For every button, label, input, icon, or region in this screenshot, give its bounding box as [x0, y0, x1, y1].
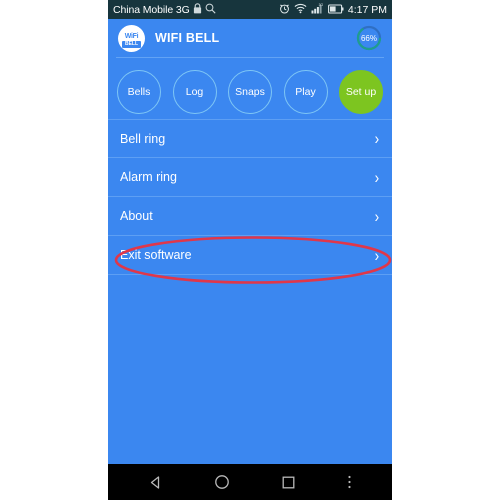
android-nav-bar: [108, 464, 392, 500]
phone-screen: China Mobile 3G 3G 4:17 PM WiFi BELL WIF…: [108, 0, 392, 500]
app-logo-icon: WiFi BELL: [118, 24, 145, 52]
list-item-label: Bell ring: [120, 131, 166, 146]
recents-square-icon[interactable]: [281, 475, 296, 490]
clock-label: 4:17 PM: [347, 3, 387, 16]
circle-button-bells[interactable]: Bells: [117, 70, 161, 114]
battery-icon: [327, 1, 344, 19]
lock-icon: [193, 1, 202, 19]
app-header: WiFi BELL WIFI BELL 66%: [108, 19, 392, 57]
home-circle-icon[interactable]: [214, 474, 230, 490]
status-bar: China Mobile 3G 3G 4:17 PM: [108, 0, 392, 19]
circle-button-label: Set up: [345, 86, 377, 98]
chevron-right-icon: ›: [374, 245, 380, 265]
circle-button-label: Snaps: [235, 86, 265, 98]
search-icon[interactable]: [205, 1, 216, 19]
quick-action-row: Bells Log Snaps Play Set up: [108, 68, 392, 116]
list-item-exit-software[interactable]: Exit software ›: [108, 236, 392, 275]
status-bar-right: 3G 4:17 PM: [279, 1, 387, 19]
circle-button-set-up[interactable]: Set up: [339, 70, 383, 114]
circle-button-label: Log: [185, 86, 204, 98]
chevron-right-icon: ›: [374, 167, 380, 187]
list-item-label: About: [120, 209, 153, 223]
svg-text:3G: 3G: [318, 3, 323, 7]
battery-percent-badge: 66%: [356, 25, 382, 51]
app-title: WIFI BELL: [155, 31, 220, 45]
logo-wifi-text: WiFi: [124, 32, 139, 40]
circle-button-label: Bells: [127, 86, 151, 98]
circle-button-log[interactable]: Log: [172, 70, 217, 114]
chevron-right-icon: ›: [374, 206, 380, 226]
list-item-about[interactable]: About ›: [108, 197, 392, 236]
carrier-label: China Mobile 3G: [113, 3, 190, 16]
logo-bell-text: BELL: [121, 40, 142, 48]
list-item-bell-ring[interactable]: Bell ring ›: [108, 119, 392, 158]
list-item-label: Alarm ring: [120, 170, 177, 184]
back-triangle-icon[interactable]: [148, 475, 163, 490]
circle-button-label: Play: [295, 86, 316, 98]
list-item-label: Exit software: [120, 248, 192, 262]
chevron-right-icon: ›: [374, 129, 380, 148]
screenshot-canvas: China Mobile 3G 3G 4:17 PM WiFi BELL WIF…: [0, 0, 500, 500]
alarm-clock-icon: [279, 1, 290, 19]
wifi-icon: [294, 1, 307, 19]
battery-percent-label: 66%: [360, 33, 377, 43]
overflow-menu-icon[interactable]: [347, 474, 352, 490]
circle-button-snaps[interactable]: Snaps: [228, 70, 272, 114]
header-divider: [116, 57, 384, 58]
list-item-alarm-ring[interactable]: Alarm ring ›: [108, 158, 392, 197]
cell-signal-icon: 3G: [311, 1, 324, 19]
status-bar-left: China Mobile 3G: [113, 1, 216, 19]
settings-list: Bell ring › Alarm ring › About › Exit so…: [108, 119, 392, 275]
circle-button-play[interactable]: Play: [283, 70, 328, 114]
